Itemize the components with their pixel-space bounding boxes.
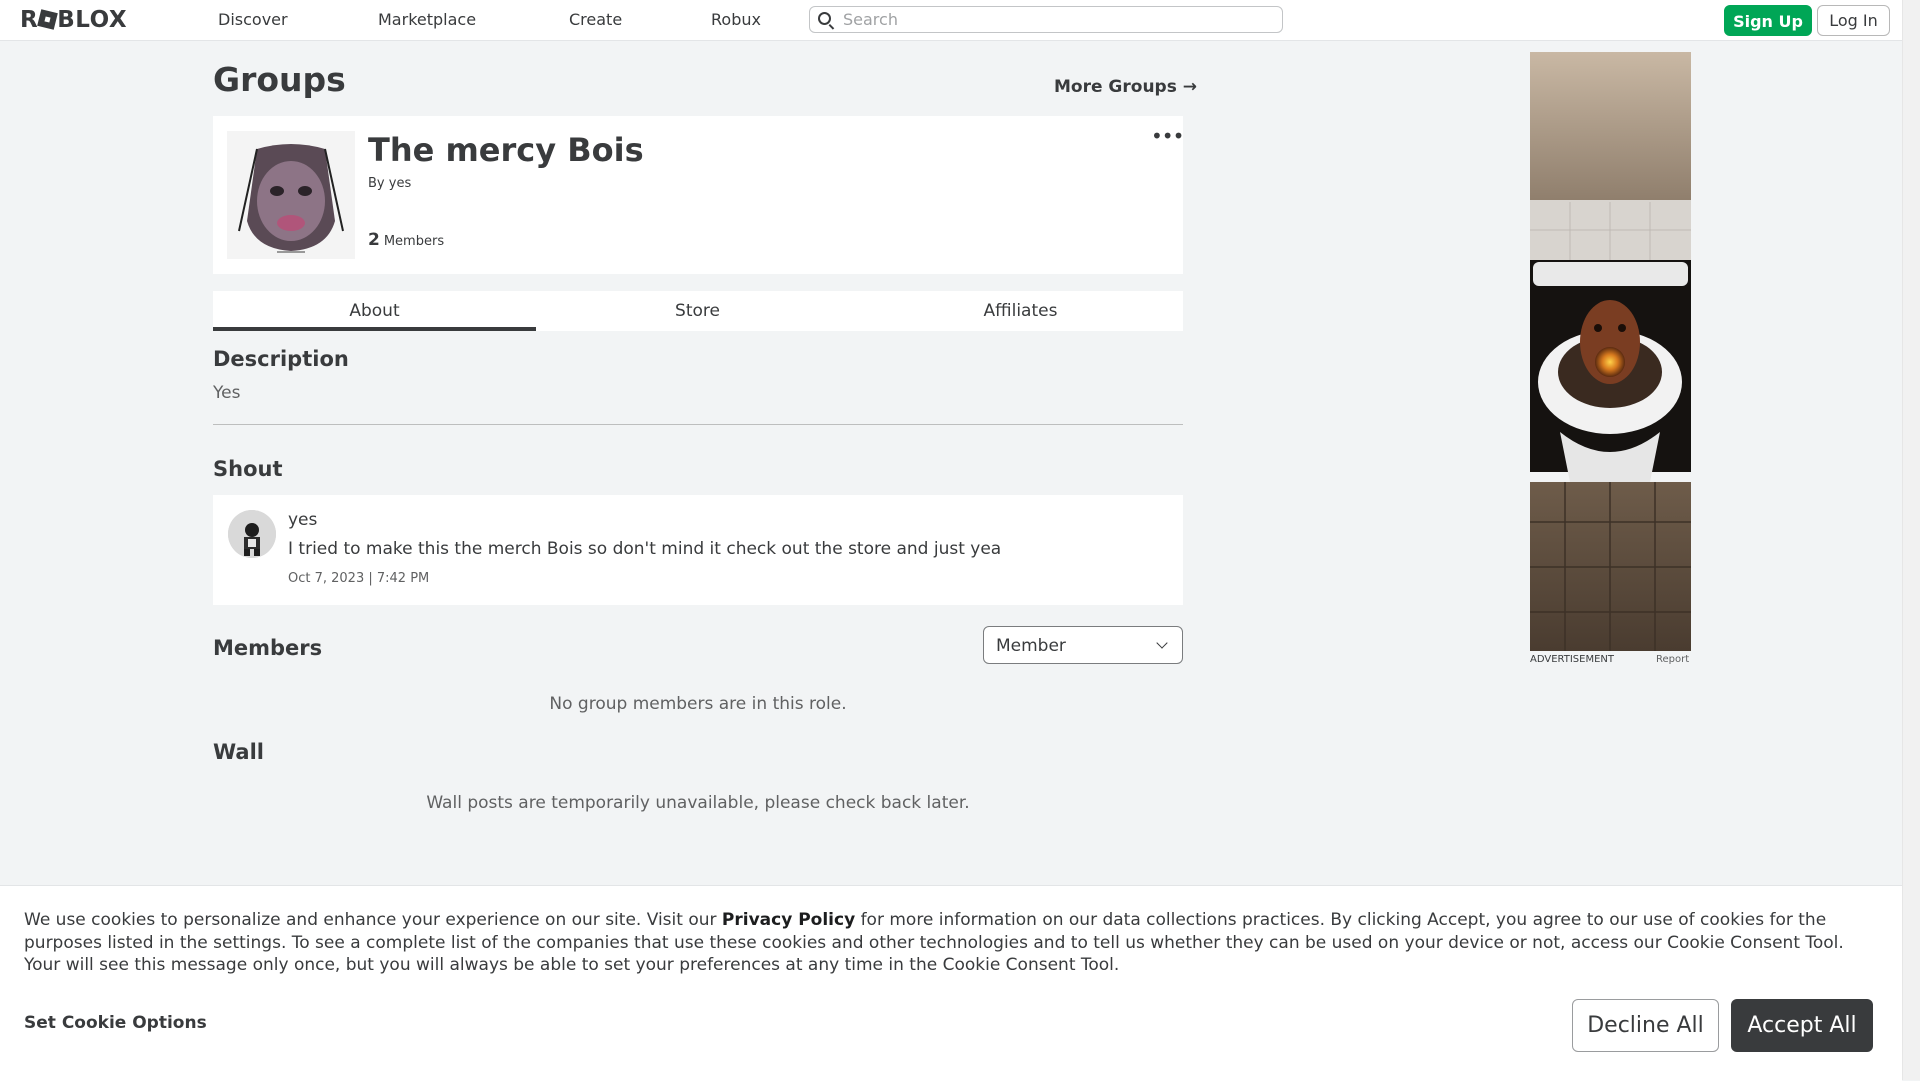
wall-unavailable-message: Wall posts are temporarily unavailable, … [426, 793, 970, 813]
tab-affiliates[interactable]: Affiliates [859, 291, 1182, 331]
nav-link-discover[interactable]: Discover [218, 0, 288, 40]
sign-up-button[interactable]: Sign Up [1724, 5, 1812, 36]
group-emblem-image [227, 131, 355, 259]
page-scrollbar[interactable] [1902, 0, 1920, 1080]
log-in-button[interactable]: Log In [1817, 5, 1890, 36]
report-ad-link[interactable]: Report [1656, 654, 1689, 665]
member-count-label: Members [383, 234, 445, 249]
group-owner-link[interactable]: yes [389, 176, 411, 191]
shout-author-link[interactable]: yes [288, 510, 317, 530]
search-box[interactable] [809, 6, 1283, 33]
cookie-text-start: We use cookies to personalize and enhanc… [24, 910, 722, 930]
tab-store[interactable]: Store [536, 291, 859, 331]
advertisement-image[interactable] [1530, 52, 1691, 651]
group-name: The mercy Bois [368, 131, 644, 169]
shout-card: yes I tried to make this the merch Bois … [213, 495, 1183, 605]
search-input[interactable] [843, 10, 1263, 29]
page-title: Groups [213, 60, 346, 99]
by-prefix: By [368, 176, 385, 191]
set-cookie-options-link[interactable]: Set Cookie Options [24, 1013, 207, 1033]
nav-link-create[interactable]: Create [569, 0, 622, 40]
roblox-logo[interactable]: R BLOX [20, 7, 127, 33]
search-icon [818, 12, 831, 25]
nav-link-marketplace[interactable]: Marketplace [378, 0, 476, 40]
shout-message: I tried to make this the merch Bois so d… [288, 539, 1002, 559]
role-dropdown-value: Member [996, 636, 1066, 656]
members-empty-message: No group members are in this role. [549, 694, 847, 714]
top-navigation-bar: R BLOX Discover Marketplace Create Robux … [0, 0, 1902, 41]
tab-about[interactable]: About [213, 291, 536, 331]
avatar[interactable] [228, 510, 276, 558]
accept-all-button[interactable]: Accept All [1731, 999, 1873, 1052]
group-tabs: About Store Affiliates [213, 291, 1183, 331]
group-owner-line: By yes [368, 176, 411, 191]
more-groups-link[interactable]: More Groups → [1054, 77, 1197, 97]
chevron-down-icon [1156, 637, 1168, 649]
shout-timestamp: Oct 7, 2023 | 7:42 PM [288, 571, 430, 586]
nav-link-robux[interactable]: Robux [711, 0, 761, 40]
description-text: Yes [213, 383, 241, 403]
advertisement-label: ADVERTISEMENT [1530, 654, 1615, 665]
role-dropdown[interactable]: Member [983, 626, 1183, 664]
member-count-number: 2 [368, 230, 380, 250]
cookie-consent-text: We use cookies to personalize and enhanc… [24, 909, 1884, 977]
section-divider [213, 424, 1183, 425]
decline-all-button[interactable]: Decline All [1572, 999, 1719, 1052]
group-header-card: The mercy Bois By yes 2 Members ••• [213, 116, 1184, 274]
members-heading: Members [213, 636, 323, 660]
member-count: 2 Members [368, 230, 444, 250]
shout-heading: Shout [213, 457, 283, 481]
ellipsis-icon[interactable]: ••• [1151, 126, 1184, 146]
privacy-policy-link[interactable]: Privacy Policy [722, 910, 855, 930]
logo-o-glyph [37, 9, 59, 30]
description-heading: Description [213, 347, 349, 371]
cookie-consent-banner: We use cookies to personalize and enhanc… [0, 885, 1902, 1081]
wall-heading: Wall [213, 740, 264, 764]
